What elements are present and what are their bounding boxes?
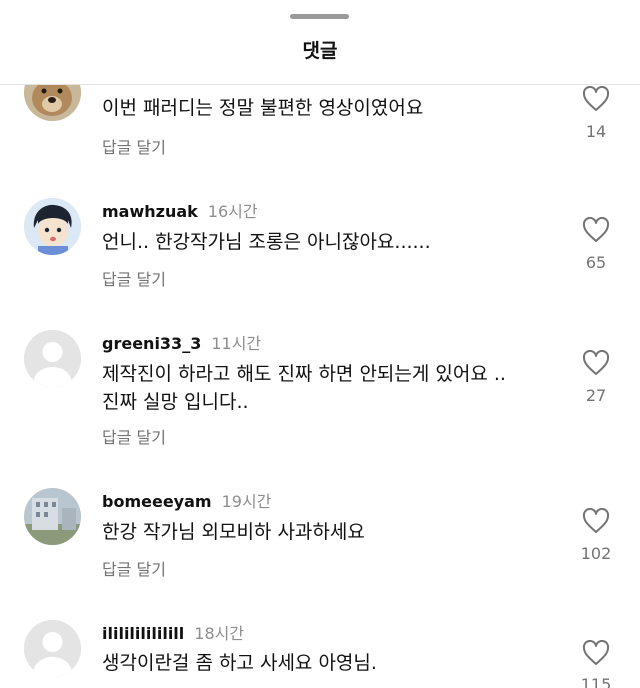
like-button[interactable] [582, 508, 610, 534]
like-count: 27 [585, 386, 607, 405]
comment-item: greeni33_3 11시간 제작진이 하라고 해도 진짜 하면 안되는게 있어… [0, 330, 640, 450]
sheet-header: 댓글 [0, 0, 640, 85]
like-count: 115 [580, 675, 612, 688]
like-button[interactable] [582, 217, 610, 243]
username[interactable]: mawhzuak [102, 202, 198, 221]
heart-icon [582, 86, 610, 111]
reply-button[interactable]: 답글 달기 [102, 266, 166, 290]
avatar[interactable] [24, 488, 81, 545]
comment-item: ililililililill 18시간 생각이란걸 좀 하고 사세요 아영님. … [0, 620, 640, 688]
avatar[interactable] [24, 330, 81, 387]
like-count: 14 [585, 122, 607, 141]
comment-meta: ililililililill 18시간 [102, 620, 244, 644]
heart-icon [582, 640, 610, 665]
reply-button[interactable]: 답글 달기 [102, 556, 166, 580]
timestamp: 19시간 [221, 492, 272, 511]
reply-button[interactable]: 답글 달기 [102, 134, 166, 158]
drag-handle[interactable] [290, 14, 349, 19]
heart-icon [582, 217, 610, 242]
comment-meta: bomeeeyam 19시간 [102, 488, 271, 512]
comment-meta: greeni33_3 11시간 [102, 330, 261, 354]
timestamp: 18시간 [194, 624, 245, 643]
username[interactable]: greeni33_3 [102, 334, 201, 353]
comment-text: 한강 작가님 외모비하 사과하세요 [102, 521, 365, 543]
like-button[interactable] [582, 86, 610, 112]
username[interactable]: ililililililill [102, 624, 184, 643]
comment-text: 언니.. 한강작가님 조롱은 아니잖아요...... [102, 231, 431, 253]
comment-item: mawhzuak 16시간 언니.. 한강작가님 조롱은 아니잖아요...... … [0, 198, 640, 318]
like-button[interactable] [582, 350, 610, 376]
timestamp: 11시간 [211, 334, 262, 353]
avatar[interactable] [24, 620, 81, 677]
heart-icon [582, 350, 610, 375]
comment-text: 제작진이 하라고 해도 진짜 하면 안되는게 있어요 .. 진짜 실망 입니다.… [102, 363, 506, 413]
comment-item: bomeeeyam 19시간 한강 작가님 외모비하 사과하세요 답글 달기 10… [0, 488, 640, 608]
like-count: 102 [580, 544, 612, 563]
like-button[interactable] [582, 640, 610, 666]
default-profile-icon [24, 330, 81, 387]
username[interactable]: bomeeeyam [102, 492, 212, 511]
reply-button[interactable]: 답글 달기 [102, 424, 166, 448]
timestamp: 16시간 [207, 202, 258, 221]
page-title: 댓글 [302, 40, 338, 62]
like-count: 65 [585, 253, 607, 272]
comment-text: 생각이란걸 좀 하고 사세요 아영님. [102, 652, 377, 674]
comment-list: 이번 패러디는 정말 불편한 영상이였어요 답글 달기 14 mawhzuak … [0, 0, 640, 688]
building-avatar-image [24, 488, 81, 545]
heart-icon [582, 508, 610, 533]
default-profile-icon [24, 620, 81, 677]
comment-meta: mawhzuak 16시간 [102, 198, 258, 222]
comment-text: 이번 패러디는 정말 불편한 영상이였어요 [102, 97, 424, 119]
avatar[interactable] [24, 198, 81, 255]
cartoon-avatar-image [24, 198, 81, 255]
comments-sheet: 이번 패러디는 정말 불편한 영상이였어요 답글 달기 14 mawhzuak … [0, 0, 640, 688]
